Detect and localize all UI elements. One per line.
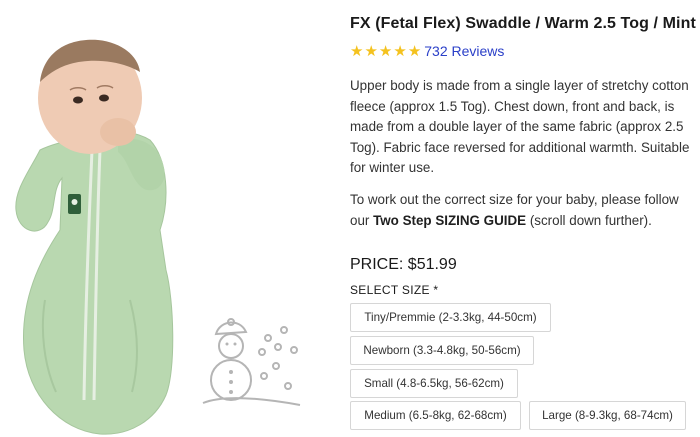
- sizing-guide-text: To work out the correct size for your ba…: [350, 190, 698, 231]
- product-title: FX (Fetal Flex) Swaddle / Warm 2.5 Tog /…: [350, 15, 696, 32]
- rating-stars: ★ ★ ★ ★ ★: [350, 44, 421, 59]
- sizing-guide-link: Two Step SIZING GUIDE: [373, 212, 527, 228]
- size-option-medium[interactable]: Medium (6.5-8kg, 62-68cm): [350, 401, 521, 430]
- size-option-large[interactable]: Large (8-9.3kg, 68-74cm): [529, 401, 686, 430]
- sizing-guide-suffix: (scroll down further).: [526, 212, 652, 228]
- star-icon: ★: [350, 42, 364, 60]
- star-icon: ★: [407, 42, 422, 60]
- product-description: Upper body is made from a single layer o…: [350, 78, 690, 175]
- reviews-link[interactable]: 732 Reviews: [424, 43, 504, 59]
- price: PRICE: $51.99: [350, 256, 457, 273]
- product-image: [15, 39, 301, 435]
- size-option-tiny-premmie[interactable]: Tiny/Premmie (2-3.3kg, 44-50cm): [350, 303, 551, 332]
- select-size-label: SELECT SIZE *: [350, 283, 439, 297]
- swaddle-illustration: [15, 131, 174, 435]
- size-option-small[interactable]: Small (4.8-6.5kg, 56-62cm): [350, 369, 518, 398]
- snowman-icon: [202, 318, 301, 406]
- size-option-newborn[interactable]: Newborn (3.3-4.8kg, 50-56cm): [350, 336, 534, 365]
- rating[interactable]: ★ ★ ★ ★ ★ 732 Reviews: [350, 43, 504, 59]
- star-icon: ★: [364, 42, 378, 60]
- star-icon: ★: [393, 42, 407, 60]
- star-icon: ★: [378, 42, 393, 60]
- snowman-face: [225, 342, 237, 394]
- baby-head: [38, 39, 142, 154]
